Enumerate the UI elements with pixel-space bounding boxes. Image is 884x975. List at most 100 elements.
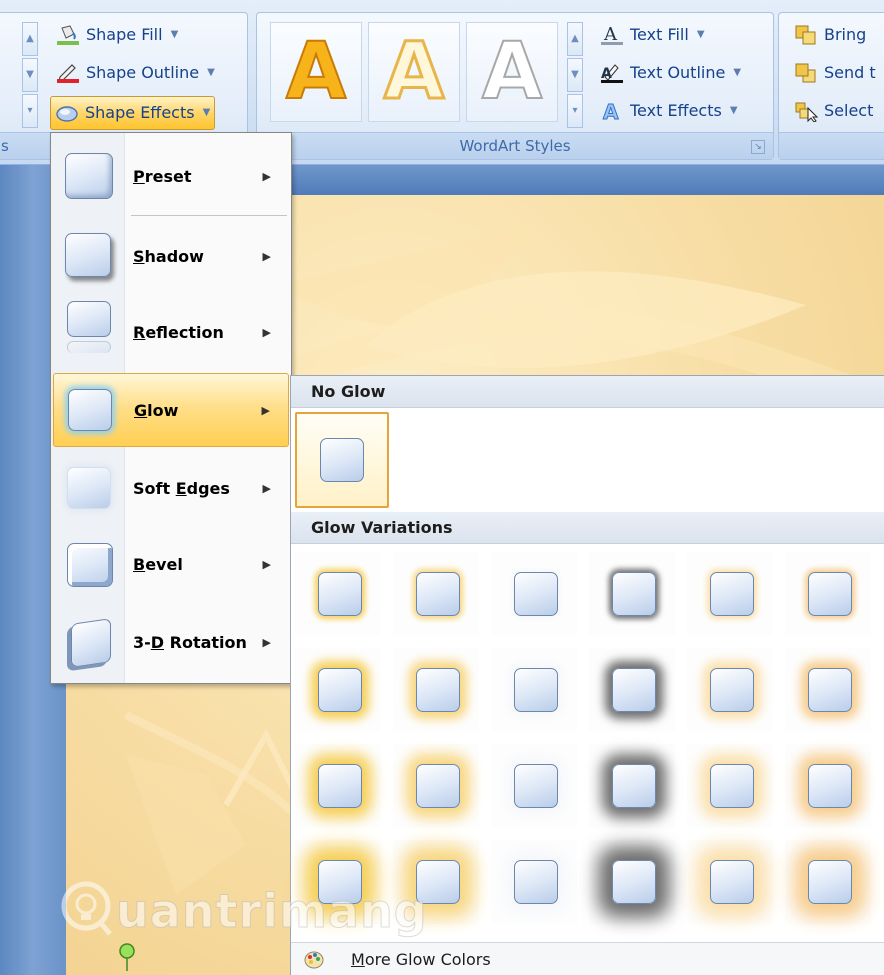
glow-shape-icon [710, 764, 754, 808]
glow-variation-option[interactable] [785, 552, 871, 636]
glow-variation-option[interactable] [491, 840, 577, 924]
send-backward-button[interactable]: Send t [790, 58, 880, 88]
glow-variations-heading: Glow Variations [291, 512, 884, 544]
glow-shape-icon [416, 572, 460, 616]
wordart-scroll-down[interactable]: ▼ [567, 58, 583, 92]
glow-variation-option[interactable] [589, 840, 675, 924]
submenu-arrow-icon: ▶ [262, 169, 271, 183]
glow-variation-option[interactable] [785, 840, 871, 924]
wordart-scroll-up[interactable]: ▲ [567, 22, 583, 56]
glow-variation-option[interactable] [393, 552, 479, 636]
glow-variation-option[interactable] [491, 552, 577, 636]
menu-item-glow[interactable]: Glow ▶ [53, 373, 289, 447]
shadow-icon [63, 231, 115, 281]
glow-shape-icon [514, 764, 558, 808]
glow-shape-icon [710, 668, 754, 712]
palette-icon [303, 949, 325, 975]
shapes-scroll-up[interactable]: ▲ [22, 22, 38, 56]
text-fill-button[interactable]: A Text Fill ▼ [596, 20, 709, 50]
text-effects-icon: A [600, 100, 624, 125]
submenu-arrow-icon: ▶ [262, 325, 271, 339]
wordart-style-white[interactable]: A [466, 22, 558, 122]
glow-variation-option[interactable] [589, 744, 675, 828]
menu-item-label: 3-D Rotation [133, 632, 247, 652]
glow-shape-icon [416, 668, 460, 712]
svg-text:A: A [601, 66, 612, 82]
more-glow-colors-label: More Glow Colors [351, 950, 491, 969]
glow-shape-icon [808, 764, 852, 808]
menu-item-label: Glow [134, 400, 179, 420]
glow-variation-option[interactable] [491, 744, 577, 828]
menu-item-label: Shadow [133, 246, 204, 266]
glow-shape-icon [318, 668, 362, 712]
menu-item-3d-rotation[interactable]: 3-D Rotation ▶ [53, 605, 289, 679]
rotation-handle-icon[interactable] [112, 941, 142, 971]
menu-item-label: Preset [133, 166, 192, 186]
glow-variation-option[interactable] [785, 744, 871, 828]
glow-variation-option[interactable] [393, 744, 479, 828]
glow-icon [64, 385, 116, 435]
shape-effects-button[interactable]: Shape Effects ▼ [50, 96, 216, 130]
glow-variation-option[interactable] [295, 648, 381, 732]
submenu-arrow-icon: ▶ [262, 481, 271, 495]
glow-shape-icon [808, 668, 852, 712]
shapes-more[interactable]: ▾ [22, 94, 38, 128]
glow-variation-option[interactable] [295, 552, 381, 636]
glow-variation-option[interactable] [295, 744, 381, 828]
glow-shape-icon [710, 572, 754, 616]
menu-separator [131, 215, 287, 216]
wordart-more[interactable]: ▾ [567, 94, 583, 128]
glow-shape-icon [808, 860, 852, 904]
send-backward-icon [794, 62, 818, 84]
soft-edges-icon [63, 463, 115, 513]
menu-item-preset[interactable]: Preset ▶ [53, 139, 289, 213]
glow-variation-option[interactable] [785, 648, 871, 732]
glow-shape-icon [416, 764, 460, 808]
pencil-icon [56, 62, 80, 84]
menu-item-label: Bevel [133, 554, 183, 574]
glow-shape-icon [612, 668, 656, 712]
shape-fill-button[interactable]: Shape Fill ▼ [52, 20, 182, 50]
selection-pane-button[interactable]: Select [790, 96, 877, 126]
glow-shape-icon [808, 572, 852, 616]
bring-forward-icon [794, 24, 818, 46]
glow-variation-option[interactable] [687, 552, 773, 636]
wordart-style-outline-gold[interactable]: A [368, 22, 460, 122]
shape-outline-button[interactable]: Shape Outline ▼ [52, 58, 219, 88]
glow-variation-option[interactable] [687, 648, 773, 732]
bring-forward-button[interactable]: Bring [790, 20, 870, 50]
glow-variation-option[interactable] [491, 648, 577, 732]
glow-shape-icon [612, 860, 656, 904]
menu-item-shadow[interactable]: Shadow ▶ [53, 219, 289, 293]
more-glow-colors-item[interactable]: More Glow Colors [291, 942, 884, 975]
glow-shape-icon [612, 572, 656, 616]
menu-item-soft-edges[interactable]: Soft Edges ▶ [53, 451, 289, 525]
menu-item-bevel[interactable]: Bevel ▶ [53, 527, 289, 601]
dialog-launcher-icon[interactable]: ↘ [751, 140, 765, 154]
glow-variation-option[interactable] [589, 648, 675, 732]
bevel-icon [63, 539, 115, 589]
text-outline-button[interactable]: A Text Outline ▼ [596, 58, 745, 88]
selection-pane-icon [794, 100, 819, 123]
submenu-arrow-icon: ▶ [261, 403, 270, 417]
paint-bucket-icon [56, 24, 80, 46]
site-watermark: uantrimang [60, 880, 460, 940]
glow-variation-option[interactable] [393, 648, 479, 732]
no-glow-option[interactable] [295, 412, 389, 508]
glow-variation-option[interactable] [687, 744, 773, 828]
preset-icon [63, 151, 115, 201]
shapes-scroll-down[interactable]: ▼ [22, 58, 38, 92]
glow-shape-icon [318, 572, 362, 616]
glow-variation-option[interactable] [589, 552, 675, 636]
shape-effects-icon [55, 102, 79, 124]
text-effects-button[interactable]: A Text Effects ▼ [596, 96, 742, 126]
shape-effects-menu: Preset ▶ Shadow ▶ Reflection ▶ Glow ▶ So… [50, 132, 292, 684]
no-glow-heading: No Glow [291, 376, 884, 408]
wordart-style-gold[interactable]: A [270, 22, 362, 122]
glow-shape-icon [514, 860, 558, 904]
svg-text:A: A [603, 100, 619, 122]
menu-item-reflection[interactable]: Reflection ▶ [53, 295, 289, 369]
glow-variation-option[interactable] [687, 840, 773, 924]
menu-item-label: Soft Edges [133, 478, 230, 498]
glow-shape-icon [318, 764, 362, 808]
